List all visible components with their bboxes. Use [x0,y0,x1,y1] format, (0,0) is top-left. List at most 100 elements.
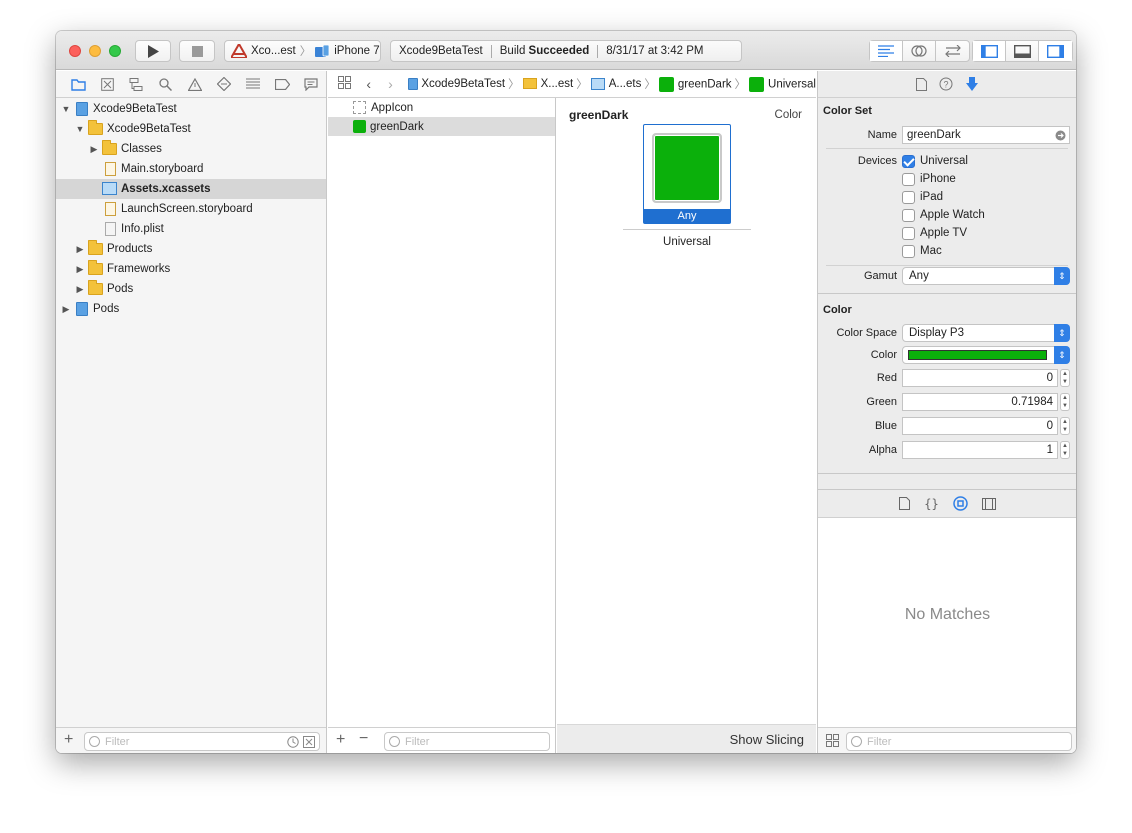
source-control-filter-icon[interactable] [303,736,315,748]
version-editor-button[interactable] [936,41,969,61]
project-icon [408,77,419,90]
toggle-navigator-button[interactable] [973,41,1006,61]
project-icon [75,302,90,316]
disclosure-right-icon[interactable]: ▶ [75,264,85,275]
red-stepper[interactable]: ▲ ▼ [1060,369,1070,387]
disclosure-right-icon[interactable]: ▶ [89,144,99,155]
breadcrumb-label: Universal [768,78,816,91]
source-control-tab[interactable] [93,71,122,98]
attributes-inspector-icon[interactable] [965,76,979,92]
universal-checkbox[interactable] [902,155,915,168]
breadcrumb-item[interactable]: X...est [522,78,573,90]
chevron-right-icon: 〉 [644,79,656,91]
related-items-icon[interactable] [332,76,358,92]
color-space-value: Display P3 [909,327,964,339]
project-navigator-tab[interactable] [64,71,93,98]
disclosure-down-icon[interactable]: ▼ [75,124,85,134]
tree-item[interactable]: ▶ Pods [56,279,326,299]
add-icon[interactable]: + [336,731,345,749]
minimize-button[interactable] [89,45,101,57]
code-snippet-icon[interactable]: {} [924,497,938,511]
standard-editor-icon [878,45,894,57]
red-field[interactable]: 0 [902,369,1058,387]
asset-item[interactable]: AppIcon [328,98,555,117]
close-button[interactable] [69,45,81,57]
tree-item[interactable]: Main.storyboard [56,159,326,179]
back-icon[interactable]: ‹ [358,76,380,92]
blue-field[interactable]: 0 [902,417,1058,435]
asset-type: Color [774,109,802,121]
gamut-popup[interactable]: Any ⇕ [902,267,1070,285]
disclosure-down-icon[interactable]: ▼ [61,104,71,114]
navigator-filter-field[interactable]: Filter [84,732,320,751]
media-library-icon[interactable] [981,497,996,510]
assistant-editor-button[interactable] [903,41,936,61]
green-stepper[interactable]: ▲ ▼ [1060,393,1070,411]
breadcrumb-item[interactable]: A...ets [590,77,641,90]
tree-item-label: Frameworks [107,263,171,275]
breakpoint-navigator-tab[interactable] [268,71,297,98]
scheme-selector[interactable]: Xco...est 〉 iPhone 7 [224,40,381,62]
color-well[interactable]: Any [643,124,731,224]
object-library-icon[interactable] [952,496,968,511]
iphone-checkbox[interactable] [902,173,915,186]
add-icon[interactable]: + [64,731,73,749]
apple-watch-checkbox[interactable] [902,209,915,222]
disclosure-right-icon[interactable]: ▶ [75,244,85,255]
breadcrumb-item[interactable]: greenDark [658,76,732,92]
grid-view-icon[interactable] [826,734,839,750]
tree-item[interactable]: ▼ Xcode9BetaTest [56,119,326,139]
file-inspector-icon[interactable] [915,77,927,91]
tree-item[interactable]: ▶ Frameworks [56,259,326,279]
mac-checkbox[interactable] [902,245,915,258]
tree-item-label: Products [107,243,153,255]
asset-item-label: AppIcon [371,101,414,114]
asset-filter-field[interactable]: Filter [384,732,550,751]
test-navigator-tab[interactable] [210,71,239,98]
show-slicing-button[interactable]: Show Slicing [730,732,804,747]
chevron-right-icon: 〉 [576,79,588,91]
alpha-stepper[interactable]: ▲ ▼ [1060,441,1070,459]
report-navigator-tab[interactable] [297,71,326,98]
asset-item-selected[interactable]: greenDark [328,117,555,136]
ipad-checkbox[interactable] [902,191,915,204]
tree-item[interactable]: ▶ Classes [56,139,326,159]
find-navigator-tab[interactable] [151,71,180,98]
tree-item-selected[interactable]: Assets.xcassets [56,179,326,199]
debug-navigator-tab[interactable] [239,71,268,98]
toggle-debug-area-button[interactable] [1006,41,1039,61]
source-control-icon [101,77,114,91]
toggle-utilities-button[interactable] [1039,41,1072,61]
tree-item[interactable]: LaunchScreen.storyboard [56,199,326,219]
tree-item[interactable]: Info.plist [56,219,326,239]
color-space-popup[interactable]: Display P3 ⇕ [902,324,1070,342]
name-field[interactable]: greenDark [902,126,1070,144]
remove-icon[interactable]: − [359,730,368,748]
tree-item[interactable]: ▶ Products [56,239,326,259]
breadcrumb-item[interactable]: Universal [749,76,816,92]
color-popup[interactable]: ⇕ [902,346,1070,364]
disclosure-right-icon[interactable]: ▶ [61,304,71,315]
standard-editor-button[interactable] [870,41,903,61]
file-template-icon[interactable] [899,497,911,510]
section-divider [818,473,1076,474]
alpha-field[interactable]: 1 [902,441,1058,459]
filter-icon [851,736,862,747]
green-field[interactable]: 0.71984 [902,393,1058,411]
arrow-circle-icon[interactable] [1055,130,1066,141]
breadcrumb-item[interactable]: Xcode9BetaTest [407,77,505,90]
stop-button[interactable] [179,40,215,62]
library-filter-field[interactable]: Filter [846,732,1072,751]
recent-files-icon[interactable] [287,736,299,748]
issue-navigator-tab[interactable] [180,71,209,98]
forward-icon[interactable]: › [380,76,402,92]
tree-item[interactable]: ▼ Xcode9BetaTest [56,99,326,119]
disclosure-right-icon[interactable]: ▶ [75,284,85,295]
blue-stepper[interactable]: ▲ ▼ [1060,417,1070,435]
zoom-button[interactable] [109,45,121,57]
apple-tv-checkbox[interactable] [902,227,915,240]
help-icon[interactable]: ? [939,77,953,91]
tree-item[interactable]: ▶ Pods [56,299,326,319]
symbol-navigator-tab[interactable] [122,71,151,98]
run-button[interactable] [135,40,171,62]
